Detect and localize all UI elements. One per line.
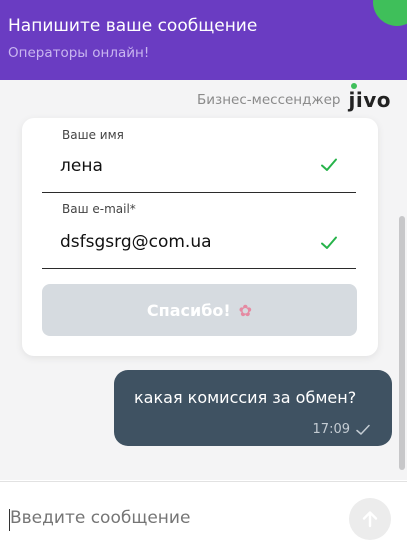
brand-text: Бизнес-мессенджер [197,92,341,108]
message-text: какая комиссия за обмен? [134,388,357,407]
party-popper-icon: ✿ [238,300,253,320]
message-input[interactable] [10,508,330,528]
chat-area[interactable]: Бизнес-мессенджер jivo Ваше имя лена Ваш… [0,80,407,480]
email-field[interactable]: Ваш e-mail* dsfsgsrg@com.ua [42,202,356,269]
chat-header: Напишите ваше сообщение Операторы онлайн… [0,0,407,80]
header-status: Операторы онлайн! [8,45,150,61]
email-label: Ваш e-mail* [62,202,136,216]
header-title: Напишите ваше сообщение [8,16,258,36]
name-value[interactable]: лена [60,156,103,176]
submit-label: Спасибо! [146,300,231,320]
check-icon [321,236,337,249]
submit-button[interactable]: Спасибо! ✿ [42,284,357,336]
message-meta: 17:09 [313,422,370,437]
outgoing-message: какая комиссия за обмен? 17:09 [114,370,392,446]
name-label: Ваше имя [62,128,124,142]
scrollbar[interactable] [399,216,405,470]
name-field[interactable]: Ваше имя лена [42,128,356,193]
email-value[interactable]: dsfsgsrg@com.ua [60,232,212,252]
jivo-logo: jivo [349,83,392,112]
read-check-icon [356,424,370,435]
check-icon [321,158,337,171]
contact-form-card: Ваше имя лена Ваш e-mail* dsfsgsrg@com.u… [22,118,378,356]
message-composer [0,481,407,548]
send-button[interactable] [349,498,391,540]
arrow-up-icon [362,511,378,528]
brand-link[interactable]: Бизнес-мессенджер jivo [197,83,392,112]
message-time: 17:09 [312,422,350,437]
